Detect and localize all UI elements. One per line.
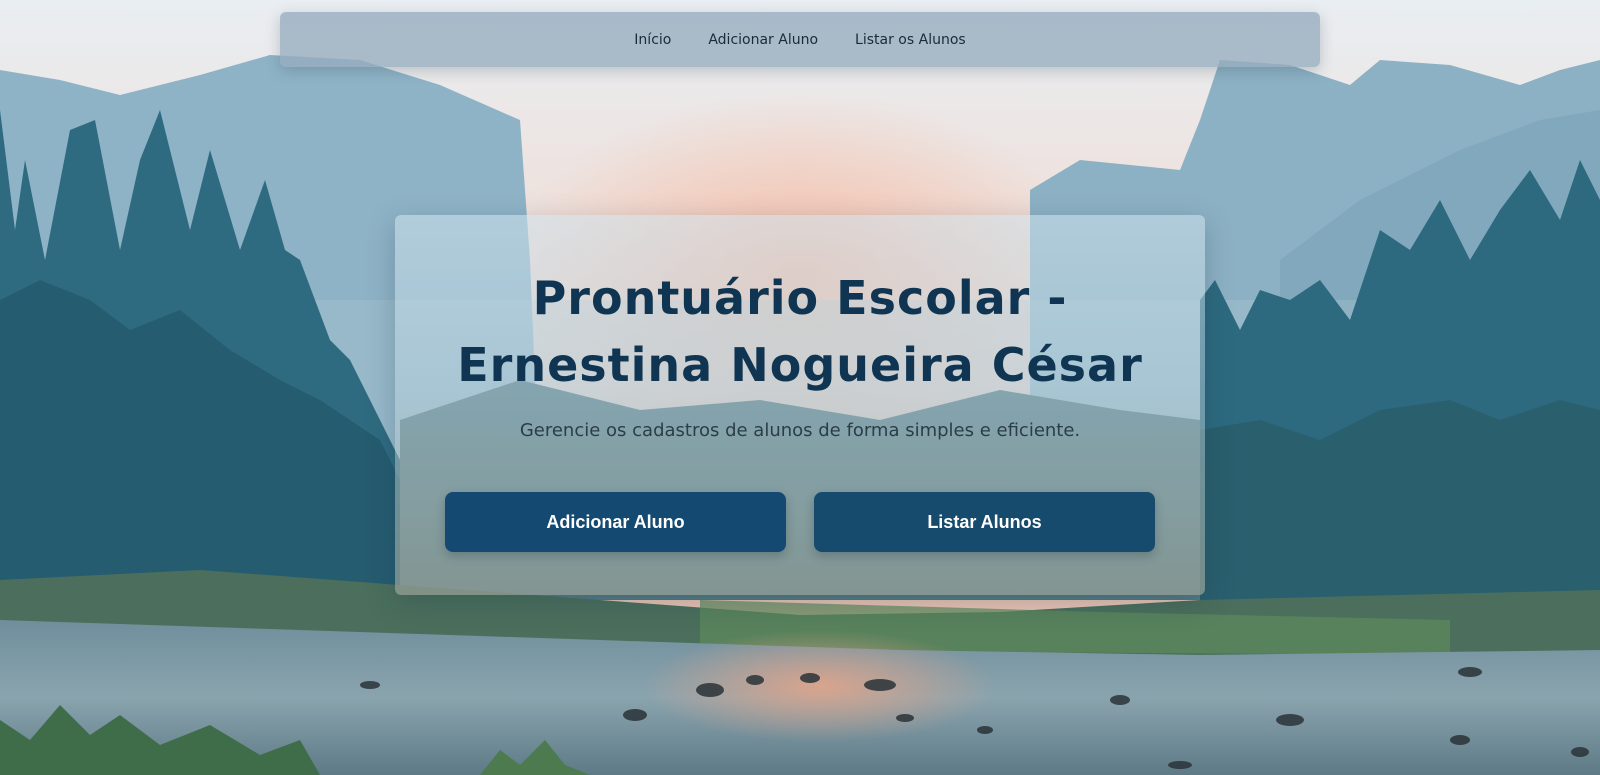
nav-link-adicionar-aluno[interactable]: Adicionar Aluno xyxy=(708,32,818,48)
hero-card: Prontuário Escolar - Ernestina Nogueira … xyxy=(395,215,1205,595)
list-students-button[interactable]: Listar Alunos xyxy=(814,492,1155,552)
nav-link-inicio[interactable]: Início xyxy=(634,32,671,48)
page-title: Prontuário Escolar - Ernestina Nogueira … xyxy=(457,271,1143,392)
add-student-button[interactable]: Adicionar Aluno xyxy=(445,492,786,552)
page-subtitle: Gerencie os cadastros de alunos de forma… xyxy=(519,420,1081,441)
top-navbar: Início Adicionar Aluno Listar os Alunos xyxy=(280,12,1320,67)
nav-link-listar-alunos[interactable]: Listar os Alunos xyxy=(855,32,966,48)
